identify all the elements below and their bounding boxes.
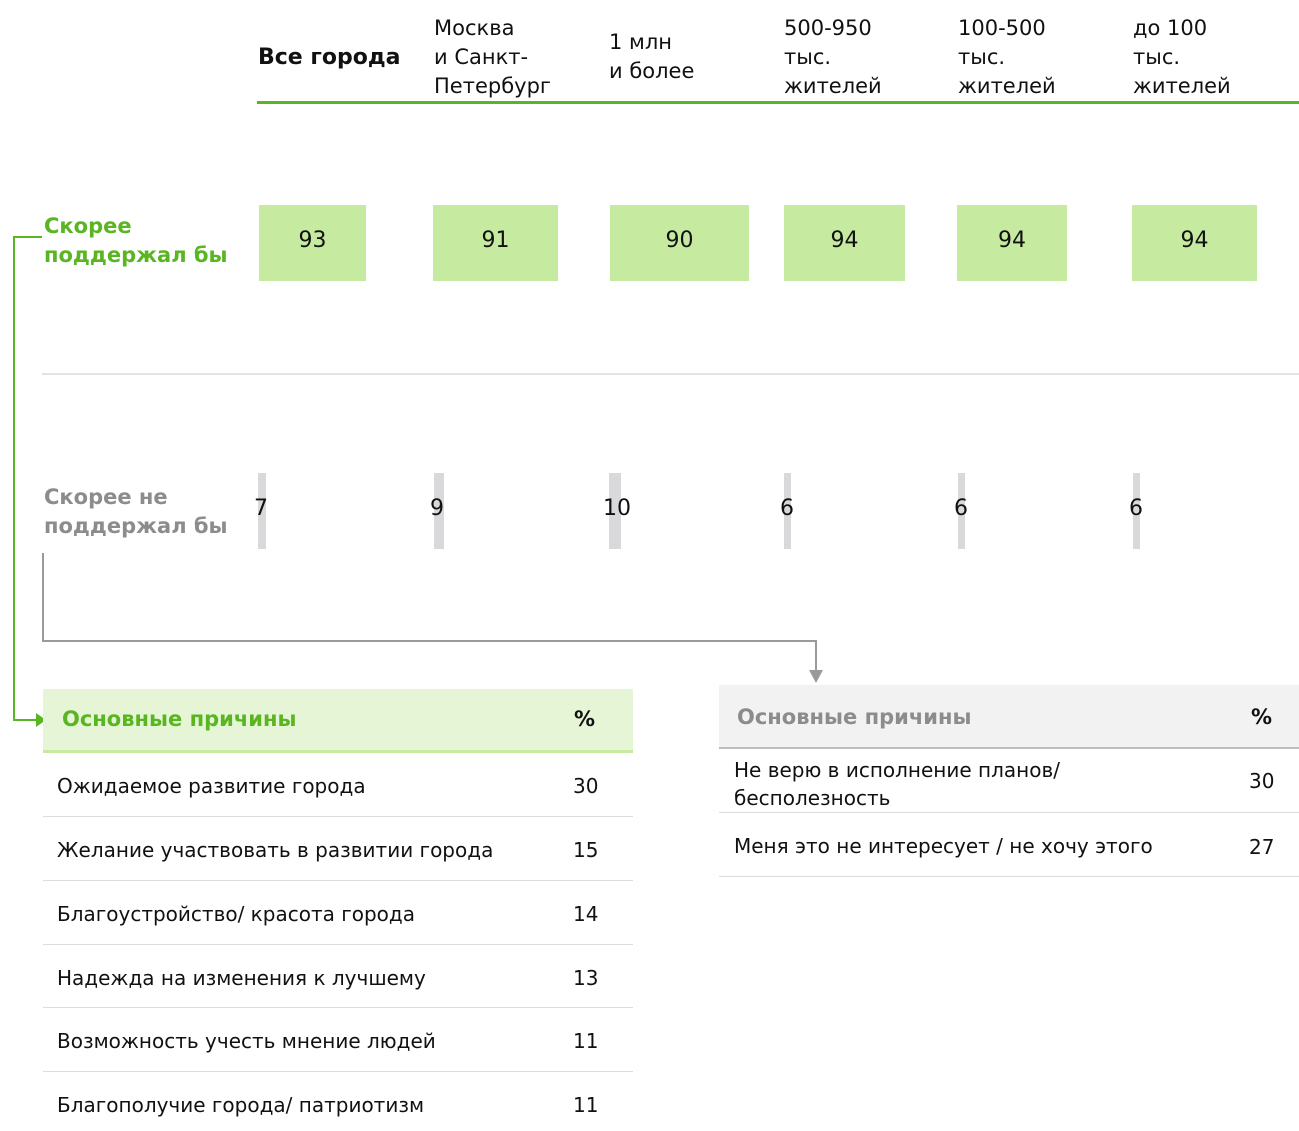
column-header-line: жителей	[784, 74, 882, 98]
support-value-label: 94	[1180, 228, 1209, 253]
column-header-line: до 100	[1133, 16, 1208, 40]
support-reasons-pct-label: %	[574, 707, 596, 731]
column-header-line: жителей	[958, 74, 1056, 98]
support-row-separator	[43, 816, 633, 817]
column-header-line: тыс.	[784, 45, 832, 69]
oppose-connector	[42, 553, 817, 670]
support-row-label: Скорее поддержал бы	[44, 212, 228, 270]
oppose-value-label: 10	[603, 496, 631, 521]
oppose-reasons-header-underline	[719, 747, 1299, 749]
column-header-line: 1 млн	[609, 30, 673, 54]
support-row-separator	[43, 1071, 633, 1072]
column-header-line: 100-500	[958, 16, 1046, 40]
column-header: Москва и Санкт- Петербург	[434, 14, 551, 101]
support-value-label: 94	[998, 228, 1026, 253]
support-reason-text: Желание участвовать в развитии города	[57, 838, 494, 862]
column-header: до 100 тыс. жителей	[1133, 14, 1231, 101]
column-header: 100-500 тыс. жителей	[958, 14, 1056, 101]
support-reason-value: 14	[573, 902, 599, 926]
support-row-label-line: поддержал бы	[44, 243, 228, 267]
oppose-reasons-header: Основные причины %	[719, 685, 1299, 750]
oppose-reason-text-line: бесполезность	[734, 786, 891, 810]
support-reason-text: Благополучие города/ патриотизм	[57, 1093, 425, 1117]
column-header: 1 млн и более	[609, 28, 694, 86]
support-value-label: 91	[481, 228, 510, 253]
support-reason-value: 11	[573, 1093, 599, 1117]
support-value-label: 94	[830, 228, 859, 253]
oppose-row-separator	[719, 812, 1299, 813]
oppose-row-label-line: Скорее не	[44, 485, 168, 509]
oppose-row-label-line: поддержал бы	[44, 514, 228, 538]
support-connector	[13, 236, 42, 721]
support-row-separator	[43, 944, 633, 945]
support-reason-text: Ожидаемое развитие города	[57, 774, 366, 798]
support-value-label: 93	[298, 228, 327, 253]
oppose-reason-text: Меня это не интересует / не хочу этого	[734, 832, 1153, 860]
column-header-line: и более	[609, 59, 695, 83]
support-reason-text: Возможность учесть мнение людей	[57, 1029, 436, 1053]
support-row-separator	[43, 880, 633, 881]
row-divider	[42, 373, 1299, 375]
support-reasons-header: Основные причины %	[43, 689, 633, 753]
oppose-value-label: 6	[780, 496, 794, 521]
oppose-row-label: Скорее не поддержал бы	[44, 483, 228, 541]
support-row-label-line: Скорее	[44, 214, 132, 238]
column-header: Все города	[258, 43, 400, 72]
oppose-value-label: 6	[954, 496, 968, 521]
support-reason-value: 15	[573, 838, 599, 862]
oppose-value-label: 6	[1129, 496, 1143, 521]
column-header-line: Петербург	[434, 74, 551, 98]
oppose-reason-text-line: Не верю в исполнение планов/	[734, 758, 1060, 782]
support-value-label: 90	[665, 228, 694, 253]
oppose-connector-arrow	[809, 670, 823, 683]
connector-lines	[13, 236, 823, 727]
support-reasons-title: Основные причины	[62, 707, 297, 731]
oppose-reason-text: Не верю в исполнение планов/бесполезност…	[734, 756, 1060, 812]
column-header-line: Все города	[258, 45, 401, 70]
oppose-reason-value: 27	[1249, 835, 1275, 859]
oppose-row-separator	[719, 876, 1299, 877]
support-reason-value: 30	[573, 774, 599, 798]
column-header-line: Москва	[434, 16, 515, 40]
oppose-value-label: 9	[430, 496, 444, 521]
column-header-line: и Санкт-	[434, 45, 529, 69]
support-reason-text: Благоустройство/ красота города	[57, 902, 415, 926]
column-header-line: тыс.	[958, 45, 1006, 69]
support-row-separator	[43, 1007, 633, 1008]
oppose-reason-text-line: Меня это не интересует / не хочу этого	[734, 834, 1153, 858]
column-header: 500-950 тыс. жителей	[784, 14, 882, 101]
header-underline	[257, 101, 1299, 104]
support-reason-value: 11	[573, 1029, 599, 1053]
oppose-reasons-pct-label: %	[1251, 705, 1273, 729]
column-header-line: тыс.	[1133, 45, 1181, 69]
oppose-reason-value: 30	[1249, 769, 1275, 793]
support-reason-value: 13	[573, 966, 599, 990]
support-reasons-header-underline	[43, 750, 633, 753]
column-header-line: жителей	[1133, 74, 1231, 98]
oppose-value-label: 7	[254, 496, 268, 521]
oppose-reasons-title: Основные причины	[737, 705, 972, 729]
column-header-line: 500-950	[784, 16, 872, 40]
support-reason-text: Надежда на изменения к лучшему	[57, 966, 426, 990]
